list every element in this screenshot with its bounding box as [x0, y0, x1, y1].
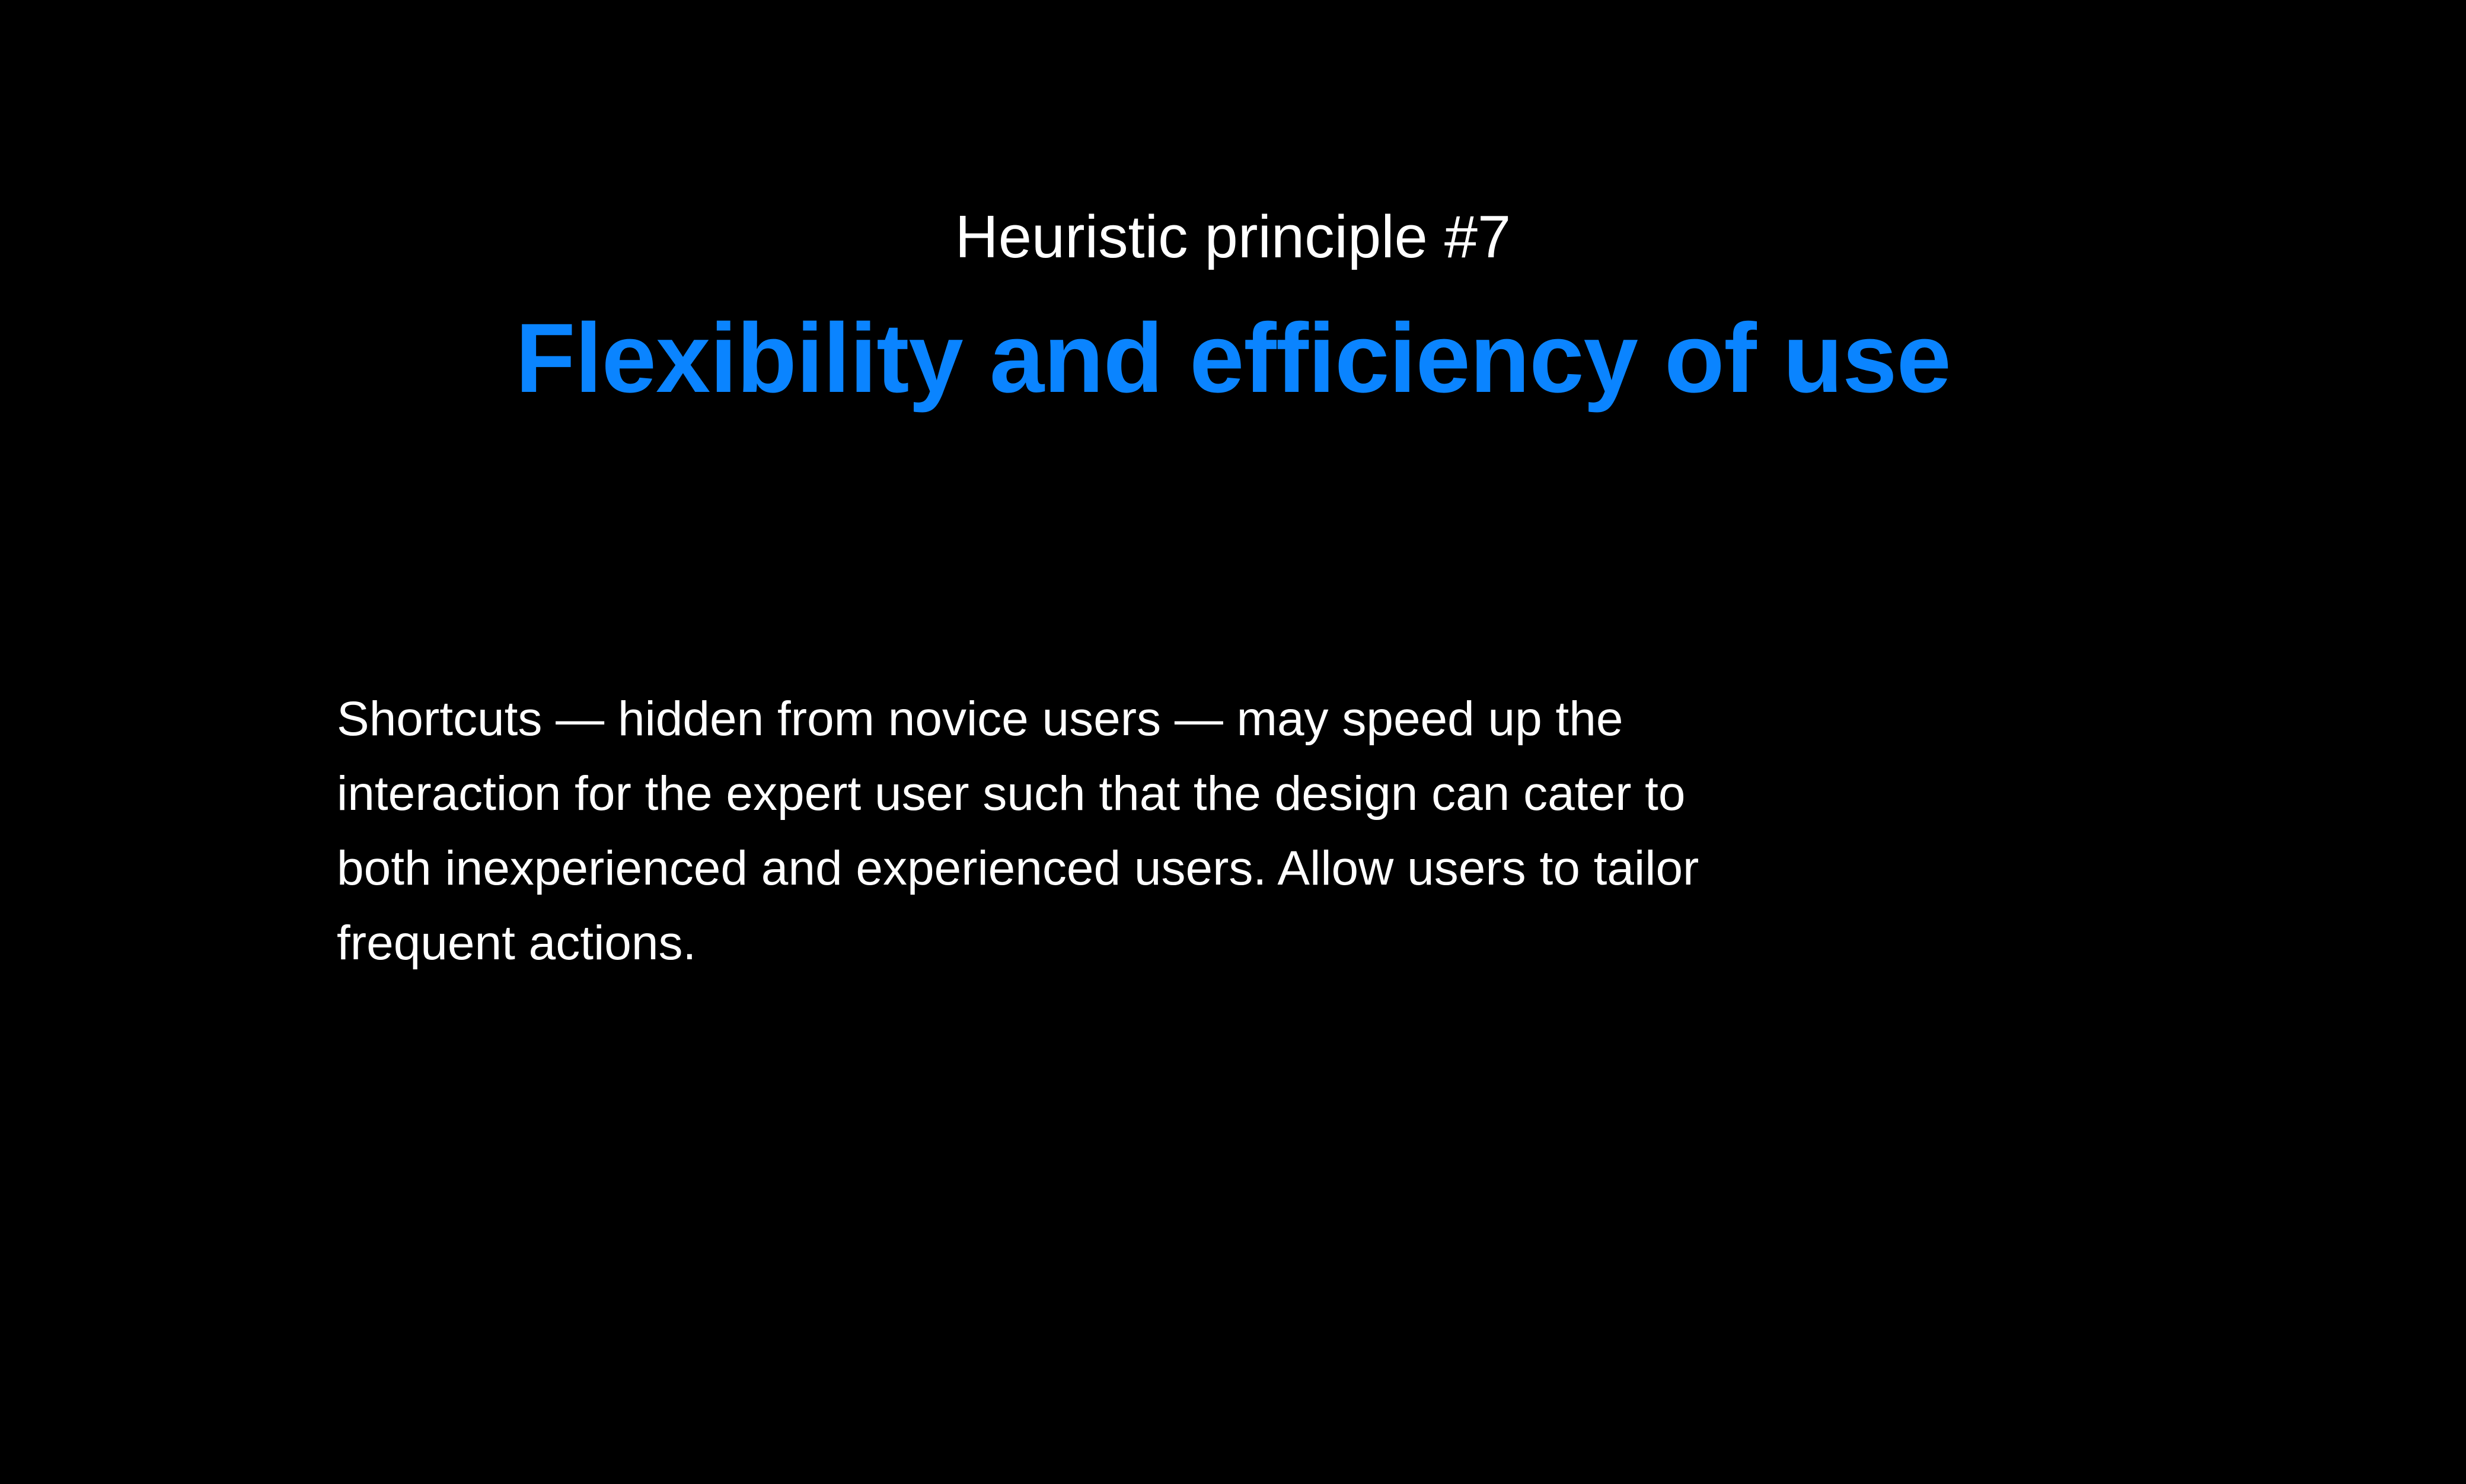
description-line-4: frequent actions.	[337, 916, 697, 970]
description-line-1: Shortcuts — hidden from novice users — m…	[337, 692, 1623, 746]
description-line-3: both inexperienced and experienced users…	[337, 841, 1699, 895]
principle-description: Shortcuts — hidden from novice users — m…	[337, 682, 1760, 981]
description-line-2: interaction for the expert user such tha…	[337, 767, 1686, 821]
principle-number-heading: Heuristic principle #7	[955, 204, 1511, 270]
slide: Heuristic principle #7 Flexibility and e…	[0, 0, 2466, 1484]
principle-title: Flexibility and efficiency of use	[515, 304, 1951, 413]
